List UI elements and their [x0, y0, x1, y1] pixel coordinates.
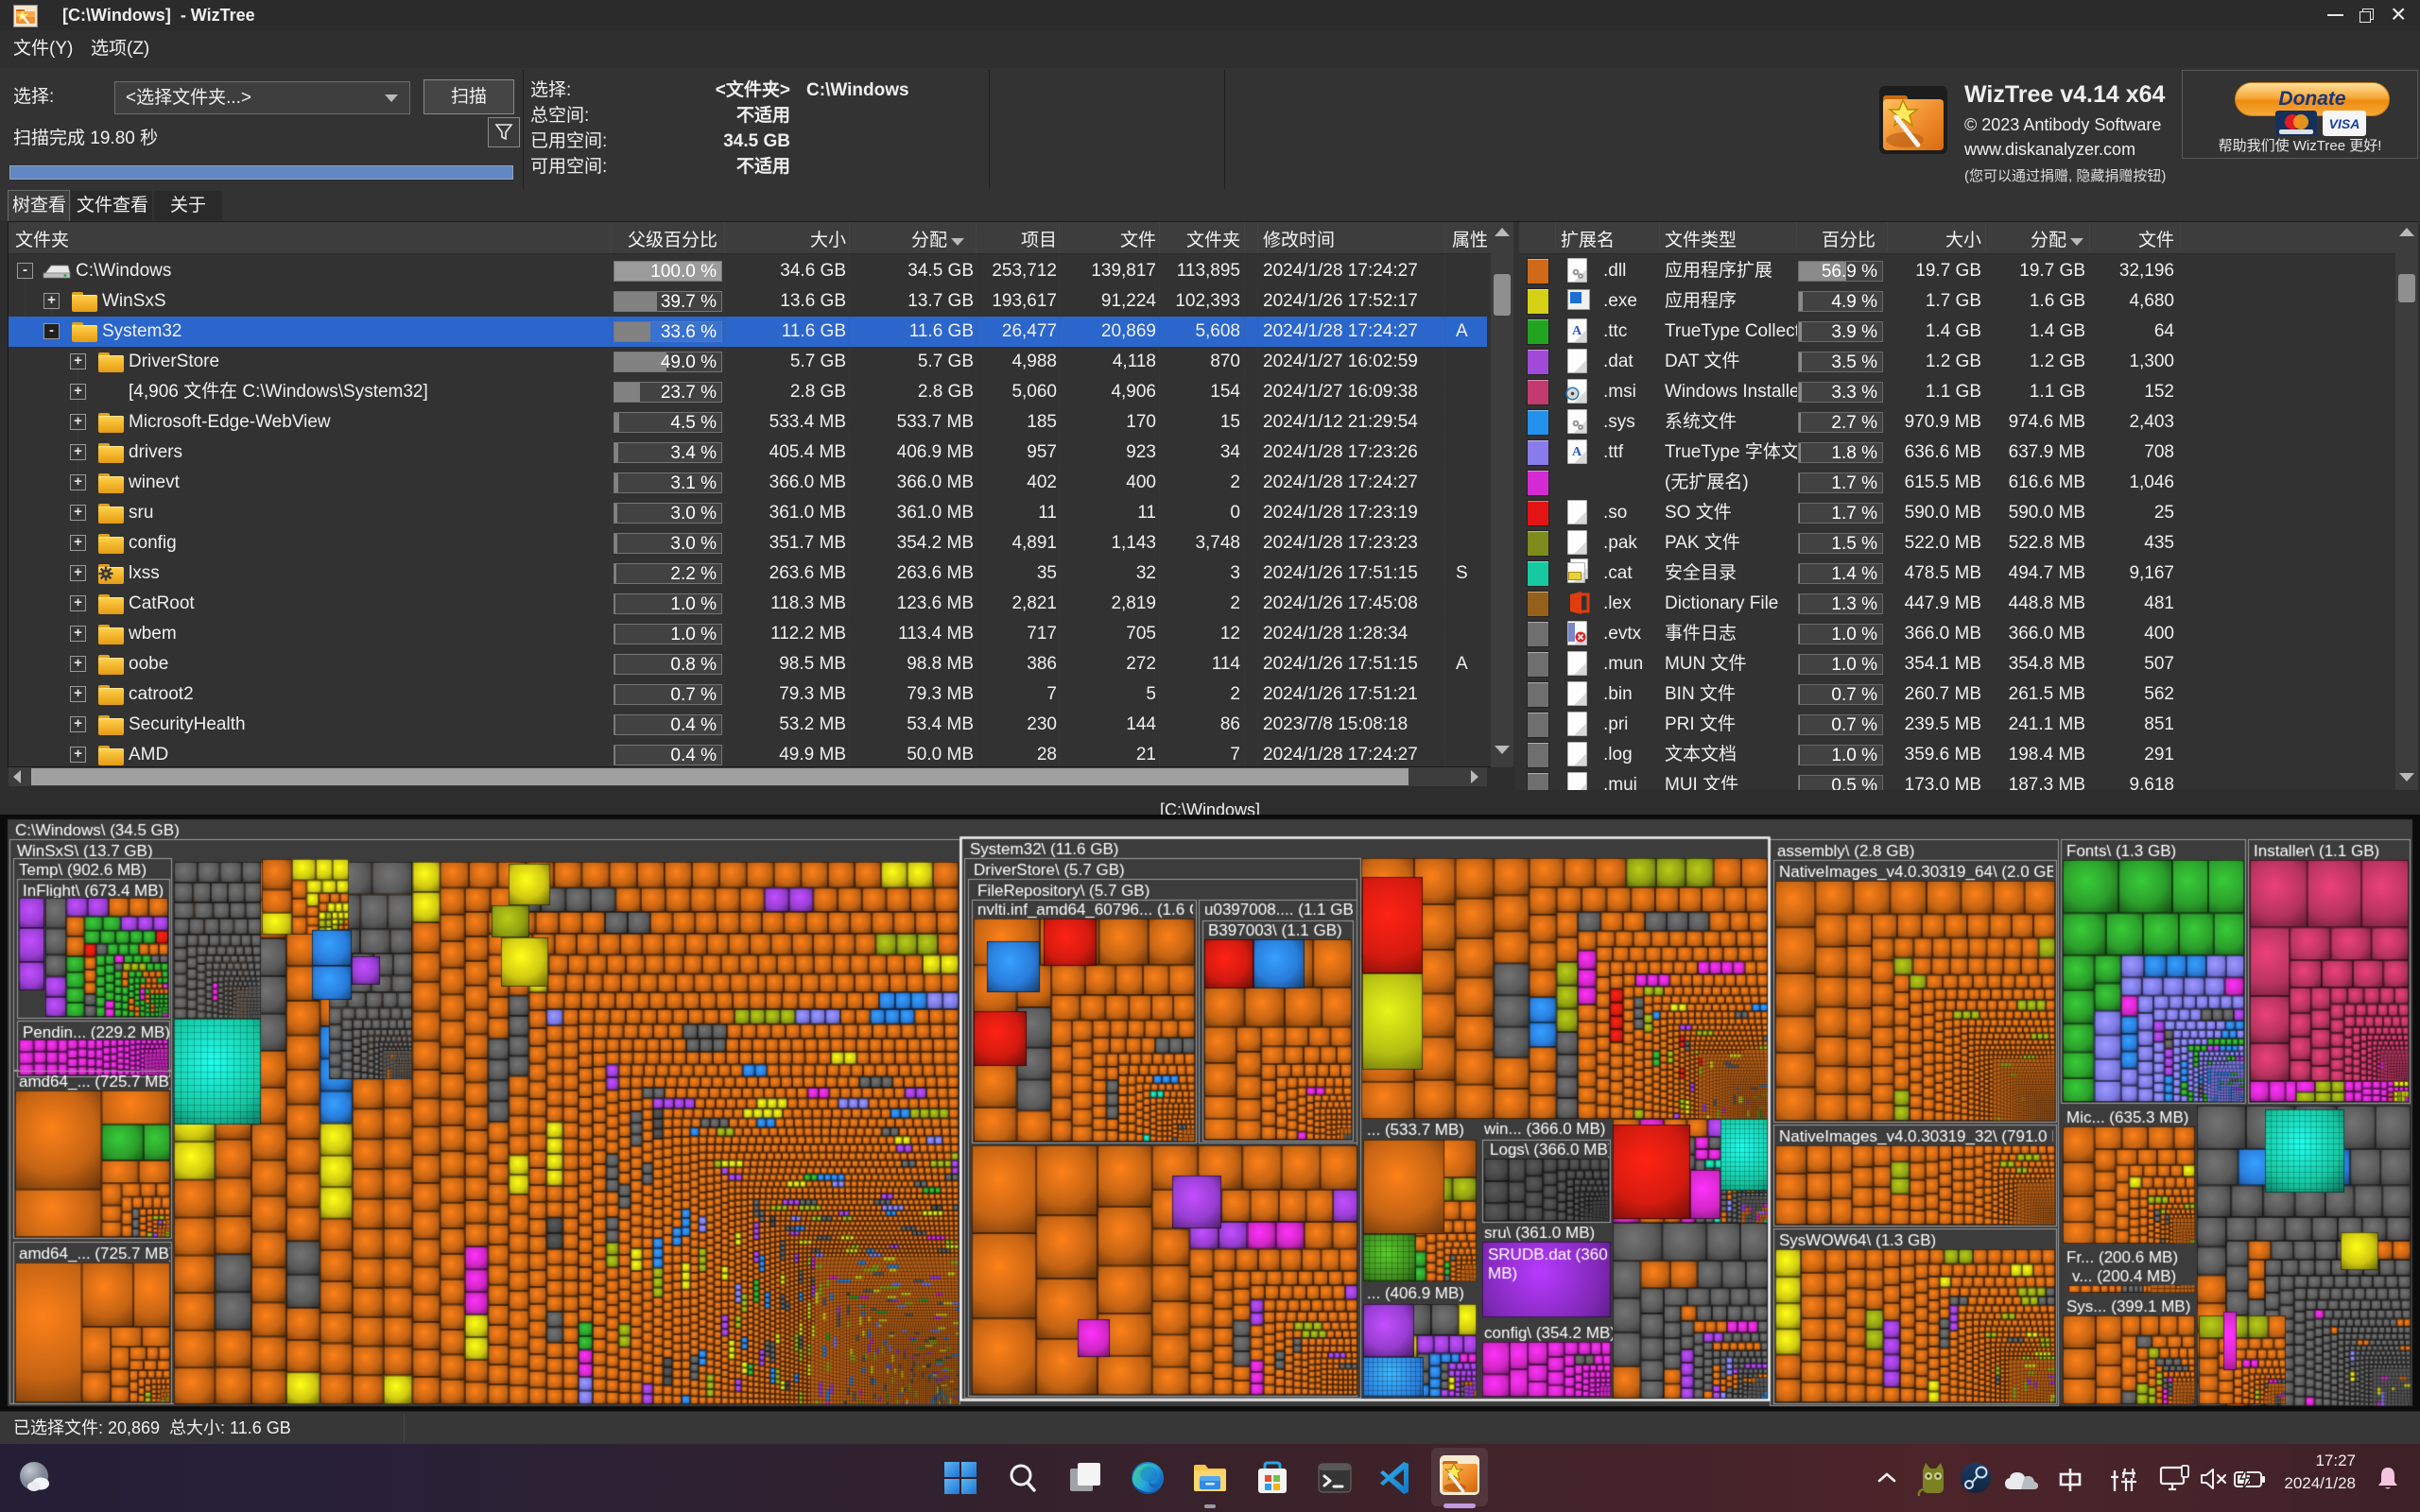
- svg-text:VISA: VISA: [2329, 116, 2360, 131]
